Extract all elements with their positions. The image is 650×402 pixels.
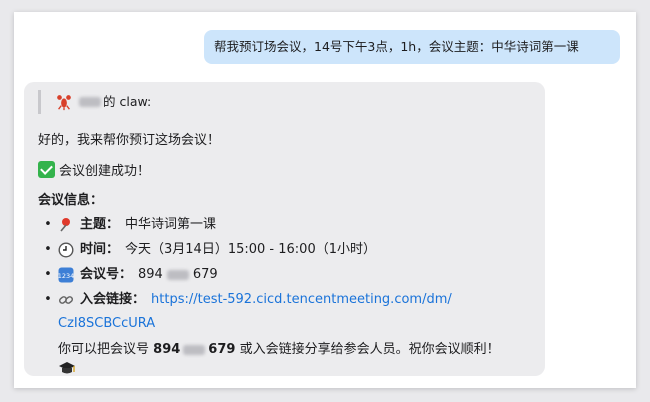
info-heading: 会议信息： (38, 193, 104, 208)
blurred-meeting-digits (166, 270, 189, 280)
footer-part1: 你可以把会议号 (58, 342, 150, 357)
link-icon (58, 296, 74, 304)
list-item-topic: • 主题： 中华诗词第一课 (38, 215, 216, 235)
footer-text: 你可以把会议号 894 679 或入会链接分享给参会人员。祝你会议顺利！ (58, 340, 500, 360)
list-item-meeting-id: • 1234 会议号： 894 679 (38, 265, 218, 285)
pushpin-icon (60, 218, 70, 232)
success-text: 会议创建成功！ (59, 164, 151, 179)
numbers-icon: 1234 (58, 267, 74, 283)
meeting-id-label: 会议号： (80, 267, 133, 282)
footer-number-suffix: 679 (208, 342, 236, 357)
check-icon (38, 161, 55, 178)
join-link-line2[interactable]: CzI8SCBCcURA (58, 314, 155, 334)
topic-label: 主题： (80, 217, 120, 232)
quote-suffix: 的 claw: (103, 94, 152, 109)
bullet: • (44, 242, 52, 257)
bullet: • (44, 267, 52, 282)
blurred-footer-digits (183, 344, 206, 355)
join-link-label: 入会链接： (80, 292, 146, 307)
list-item-time: • 时间： 今天（3月14日）15:00 - 16:00（1小时） (38, 240, 376, 260)
success-line: 会议创建成功！ (38, 161, 150, 182)
join-link-line1[interactable]: https://test-592.cicd.tencentmeeting.com… (151, 290, 452, 310)
user-message-bubble: 帮我预订场会议，14号下午3点，1h，会议主题：中华诗词第一课 (204, 30, 620, 64)
clock-icon (58, 242, 74, 258)
bot-message-bubble: 的 claw: 好的，我来帮你预订这场会议！ 会议创建成功！ 会议信息： • 主… (24, 82, 545, 376)
time-value: 今天（3月14日）15:00 - 16:00（1小时） (125, 242, 376, 257)
svg-text:1234: 1234 (58, 272, 74, 280)
meeting-id-prefix: 894 (138, 267, 163, 282)
blurred-username (79, 97, 101, 107)
bullet: • (44, 292, 52, 307)
topic-value: 中华诗词第一课 (125, 217, 217, 232)
bot-intro-text: 好的，我来帮你预订这场会议！ (38, 133, 221, 148)
chat-window: 帮我预订场会议，14号下午3点，1h，会议主题：中华诗词第一课 的 claw: … (14, 12, 636, 388)
footer-part2: 或入会链接分享给参会人员。祝你会议顺利！ (239, 342, 500, 357)
footer-number-prefix: 894 (153, 342, 181, 357)
lobster-icon (57, 95, 71, 111)
meeting-id-suffix: 679 (192, 267, 218, 282)
quote-block: 的 claw: (38, 90, 151, 114)
graduation-cap-icon (59, 362, 75, 374)
list-item-join-link: • 入会链接： https://test-592.cicd.tencentmee… (38, 290, 452, 310)
bullet: • (44, 217, 52, 232)
time-label: 时间： (80, 242, 120, 257)
